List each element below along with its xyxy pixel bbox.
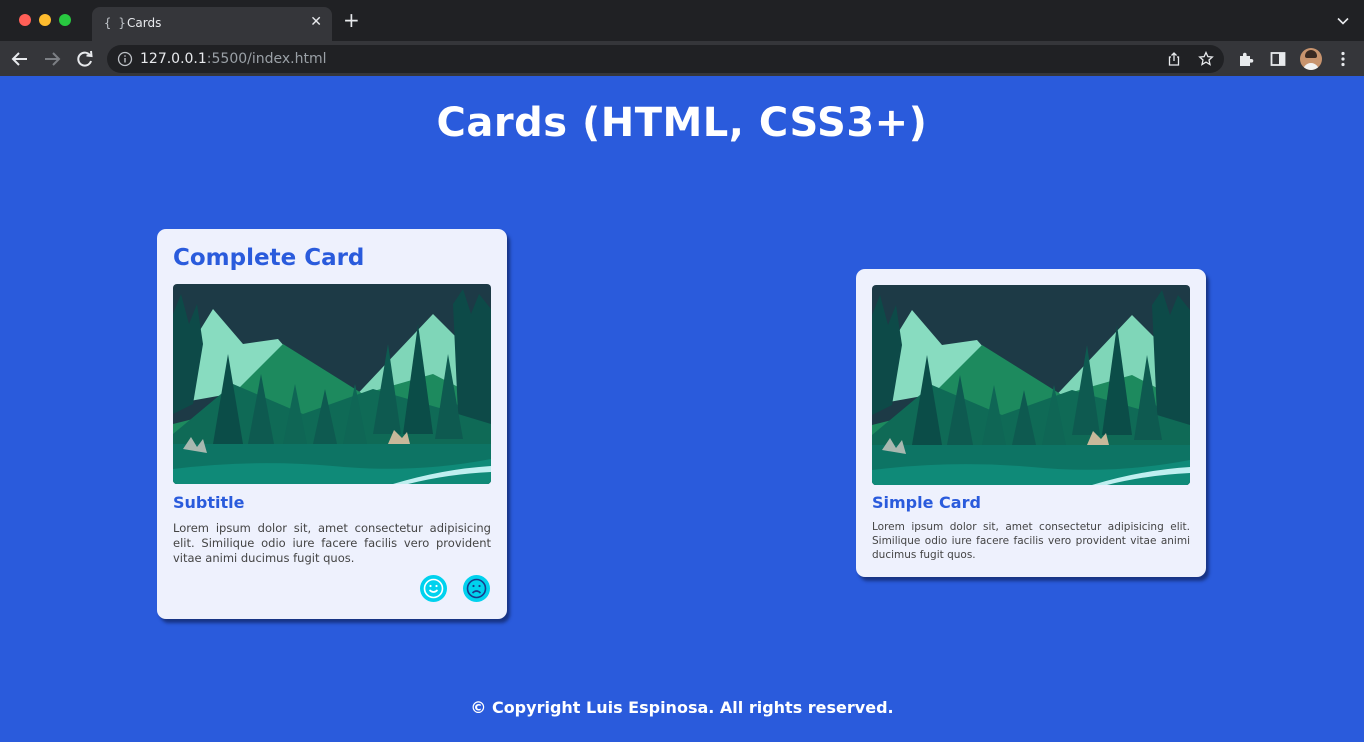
close-window-button[interactable]: [19, 14, 31, 26]
card-text: Lorem ipsum dolor sit, amet consectetur …: [872, 521, 1190, 561]
tab-close-icon[interactable]: ✕: [310, 14, 322, 30]
profile-avatar[interactable]: [1300, 48, 1322, 70]
new-tab-button[interactable]: +: [343, 10, 360, 30]
tab-title: Cards: [127, 16, 162, 30]
like-button[interactable]: [420, 575, 447, 602]
card-subtitle: Simple Card: [872, 493, 981, 512]
extensions-puzzle-icon[interactable]: [1237, 50, 1255, 68]
chevron-down-icon[interactable]: [1336, 14, 1350, 28]
site-info-icon[interactable]: [117, 51, 133, 67]
favicon-icon: { }: [104, 16, 126, 30]
frown-icon: [466, 578, 487, 599]
tab-cards[interactable]: { } Cards ✕: [92, 7, 332, 41]
bookmark-star-icon[interactable]: [1198, 51, 1214, 67]
card-title: Complete Card: [173, 245, 365, 271]
share-icon[interactable]: [1166, 51, 1182, 67]
browser-toolbar: 127.0.0.1:5500/index.html: [0, 41, 1364, 76]
card-subtitle: Subtitle: [173, 493, 245, 512]
tab-strip: { } Cards ✕ +: [0, 0, 1364, 41]
url-host: 127.0.0.1: [140, 51, 207, 67]
browser-chrome: { } Cards ✕ + 127.0.0.1:5500/index.html: [0, 0, 1364, 76]
address-bar[interactable]: 127.0.0.1:5500/index.html: [107, 45, 1224, 73]
smile-icon: [423, 578, 444, 599]
url-path: :5500/index.html: [206, 51, 327, 67]
simple-card: Simple Card Lorem ipsum dolor sit, amet …: [856, 269, 1206, 577]
minimize-window-button[interactable]: [39, 14, 51, 26]
dislike-button[interactable]: [463, 575, 490, 602]
maximize-window-button[interactable]: [59, 14, 71, 26]
page-title: Cards (HTML, CSS3+): [436, 100, 928, 146]
footer-copyright: © Copyright Luis Espinosa. All rights re…: [470, 698, 894, 717]
complete-card: Complete Card Subtitle Lorem ipsum dolor: [157, 229, 507, 619]
card-text: Lorem ipsum dolor sit, amet consectetur …: [173, 521, 491, 565]
url-text: 127.0.0.1:5500/index.html: [140, 51, 327, 67]
landscape-image: [173, 284, 491, 484]
menu-dots-icon[interactable]: [1334, 50, 1352, 68]
reload-icon[interactable]: [75, 49, 95, 69]
back-arrow-icon[interactable]: [10, 49, 30, 69]
forward-arrow-icon[interactable]: [42, 49, 62, 69]
landscape-image: [872, 285, 1190, 485]
side-panel-icon[interactable]: [1269, 50, 1287, 68]
